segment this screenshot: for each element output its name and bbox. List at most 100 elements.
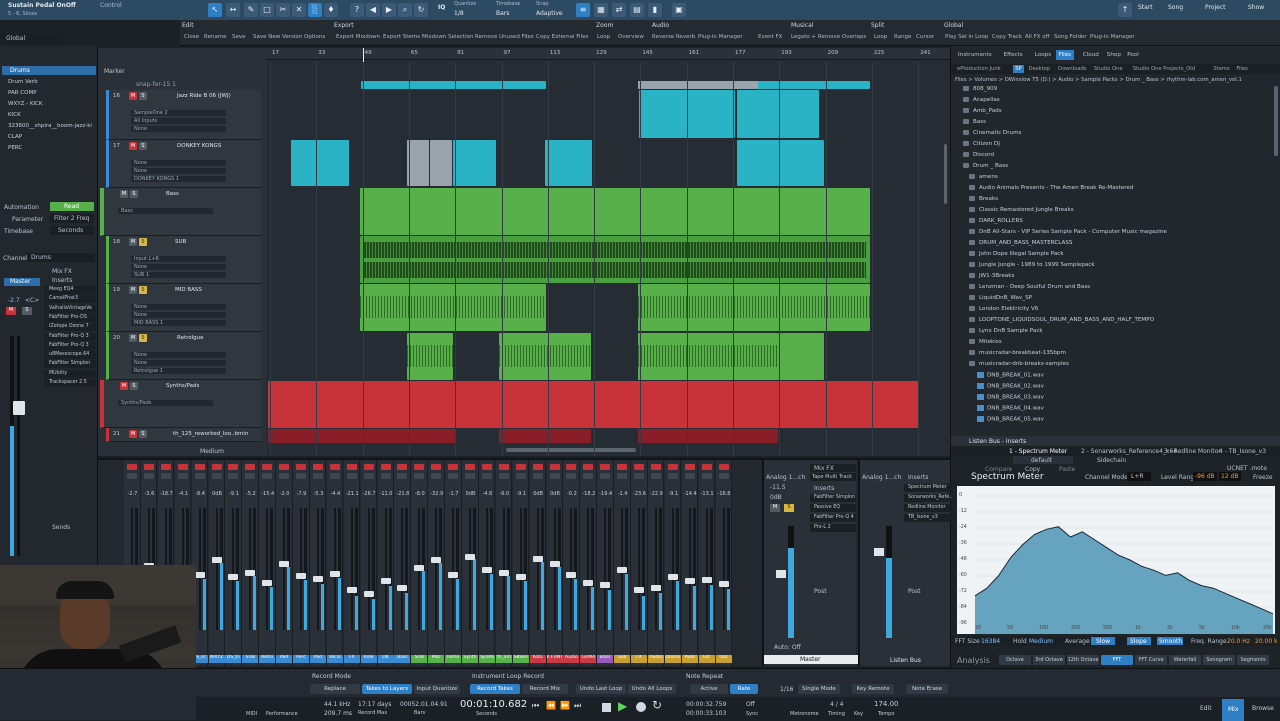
- browser-folder[interactable]: musicradar-dnb-breaks-samples: [969, 361, 1069, 367]
- copy-external-files-button[interactable]: Copy External Files: [536, 34, 588, 40]
- pencil-tool-icon[interactable]: ✎: [244, 3, 258, 17]
- browser-location[interactable]: SP: [1013, 65, 1024, 73]
- volume-fader[interactable]: [329, 571, 340, 577]
- input-select-2[interactable]: None: [131, 360, 226, 366]
- audio-clip[interactable]: [291, 140, 349, 186]
- note-repeat-active-button[interactable]: Active: [690, 684, 728, 694]
- nudge-left-icon[interactable]: ◀: [366, 3, 380, 17]
- solo-button[interactable]: S: [139, 238, 147, 246]
- mute-button[interactable]: [127, 464, 137, 470]
- input-select[interactable]: All Inputs: [131, 118, 226, 124]
- solo-button[interactable]: [262, 473, 273, 479]
- channel-strip[interactable]: -15.4 Retro: [259, 460, 276, 666]
- track-sub[interactable]: 18 M S SUB Input L+R None SUB 1: [106, 236, 261, 284]
- channel-strip[interactable]: -22.9 Audio: [647, 460, 665, 666]
- mix-fx-slot[interactable]: Mix FX: [810, 464, 856, 472]
- save-button[interactable]: Save: [232, 34, 246, 40]
- mute-button[interactable]: [262, 464, 273, 470]
- volume-readout[interactable]: -19.4: [598, 491, 613, 498]
- volume-readout[interactable]: -26.7: [362, 491, 377, 498]
- solo-button[interactable]: [515, 473, 526, 479]
- mute-button[interactable]: M: [120, 190, 128, 198]
- volume-fader[interactable]: [701, 577, 712, 583]
- browser-folder[interactable]: DnB All-Stars - VIP Series Sample Pack -…: [969, 229, 1167, 235]
- volume-fader[interactable]: [194, 572, 205, 578]
- volume-fader[interactable]: [414, 565, 425, 571]
- insert-slot[interactable]: iZotope Ozone 7: [44, 323, 96, 332]
- insert-slot[interactable]: FabFilter Simplon: [810, 494, 856, 502]
- close-button[interactable]: Close: [184, 34, 199, 40]
- volume-fader[interactable]: [549, 561, 560, 567]
- master-volume-db[interactable]: 0dB: [770, 494, 782, 501]
- channel-mute-button[interactable]: M: [6, 307, 16, 315]
- folder-select[interactable]: Bass: [118, 208, 213, 214]
- all-fx-off-button[interactable]: All FX off: [1025, 34, 1049, 40]
- solo-button[interactable]: [177, 473, 188, 479]
- channel-pan[interactable]: <C>: [25, 297, 39, 304]
- insert-slot[interactable]: Redline Monitor: [904, 504, 952, 512]
- average-value[interactable]: Slow: [1091, 637, 1115, 645]
- solo-button[interactable]: [498, 473, 509, 479]
- single-mode-button[interactable]: Single Mode: [798, 684, 840, 694]
- solo-button[interactable]: [701, 473, 712, 479]
- channel-strip[interactable]: -23.6 FX: [631, 460, 648, 666]
- analysis-mode-octave[interactable]: Octave: [999, 655, 1031, 665]
- browser-tab-pool[interactable]: Pool: [1124, 50, 1142, 60]
- volume-fader[interactable]: [634, 587, 644, 593]
- solo-button[interactable]: [194, 473, 205, 479]
- solo-button[interactable]: [363, 473, 374, 479]
- volume-readout[interactable]: -5.2: [243, 491, 258, 498]
- solo-button[interactable]: [380, 473, 391, 479]
- autoscroll-icon[interactable]: ⇄: [612, 3, 626, 17]
- mute-button[interactable]: [634, 464, 644, 470]
- volume-fader[interactable]: [312, 576, 323, 582]
- insert-slot-4[interactable]: 4 - TB_Isone_v3: [1219, 448, 1266, 455]
- preset-select[interactable]: Global: [3, 34, 63, 43]
- level-max-field[interactable]: 12 dB: [1219, 472, 1241, 481]
- browser-folder[interactable]: DARK_ROLLERS: [969, 218, 1023, 224]
- audio-clip[interactable]: [638, 284, 870, 331]
- channel-strip[interactable]: -1.4 Sub: [614, 460, 631, 666]
- browser-tab-shop[interactable]: Shop: [1104, 50, 1124, 60]
- folder-clip[interactable]: [268, 381, 918, 428]
- horizontal-scrollbar[interactable]: [506, 448, 636, 452]
- smooth-button[interactable]: Smooth: [1157, 637, 1183, 645]
- mute-button[interactable]: [718, 464, 729, 470]
- browser-folder[interactable]: Lynx DnB Sample Pack: [969, 328, 1043, 334]
- rename-button[interactable]: Rename: [204, 34, 227, 40]
- track-mid-bass[interactable]: 19 M S MID BASS None None MID BASS 1: [106, 284, 261, 332]
- plugin-manager-button[interactable]: Plug-in Manager: [698, 34, 743, 40]
- insert-slot[interactable]: Meeg EQ4: [44, 286, 96, 294]
- input-select[interactable]: None: [131, 352, 226, 358]
- volume-readout[interactable]: -9.1: [226, 491, 241, 498]
- browser-file[interactable]: DNB_BREAK_05.wav: [977, 416, 1044, 423]
- folder-track-item[interactable]: Drum Verb: [8, 79, 38, 85]
- channel-strip[interactable]: -5.2 SUB: [242, 460, 259, 666]
- save-new-version-button[interactable]: Save New Version: [253, 34, 302, 40]
- arrange-view[interactable]: 17 33 49 65 81 97 113 129 145 161 177 193 209 225 241: [266, 48, 950, 456]
- insert-slot[interactable]: u8Mesoscope.64: [44, 351, 96, 360]
- channel-strip[interactable]: -18.2 GUMA: [580, 460, 597, 666]
- channel-select[interactable]: Drums: [27, 253, 95, 262]
- options-button[interactable]: Options: [304, 34, 325, 40]
- mute-button[interactable]: [177, 464, 188, 470]
- browser-location[interactable]: Stems: [1211, 65, 1231, 73]
- mute-button[interactable]: [515, 464, 526, 470]
- volume-readout[interactable]: -8.4: [193, 491, 208, 498]
- master-volume[interactable]: -11.5: [770, 484, 786, 491]
- solo-button[interactable]: [634, 473, 644, 479]
- channel-strip[interactable]: -6.0 th_nm: [495, 460, 513, 666]
- browser-tab-files[interactable]: Files: [1055, 50, 1075, 60]
- browser-tab-effects[interactable]: Effects: [1001, 50, 1026, 60]
- browser-folder[interactable]: Classic Remastered Jungle Breaks: [969, 207, 1074, 213]
- volume-readout[interactable]: -4.4: [328, 491, 343, 498]
- mute-button[interactable]: [143, 464, 154, 470]
- volume-fader[interactable]: [363, 591, 374, 597]
- output-select[interactable]: Retrolgue 1: [131, 368, 226, 374]
- stop-icon[interactable]: [602, 703, 611, 712]
- volume-fader[interactable]: [346, 587, 357, 593]
- global-plugin-manager-button[interactable]: Plug-in Manager: [1090, 34, 1135, 40]
- mute-button[interactable]: [667, 464, 678, 470]
- solo-button[interactable]: [296, 473, 306, 479]
- browser-location[interactable]: Studio One: [1092, 65, 1125, 73]
